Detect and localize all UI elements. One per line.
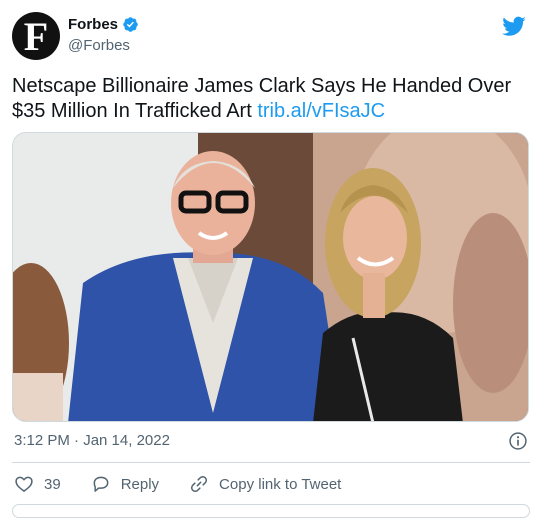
tweet-text: Netscape Billionaire James Clark Says He… <box>12 74 528 124</box>
tweet-photo[interactable] <box>12 132 529 422</box>
tweet-card: F Forbes @Forbes Netscape Billionaire Ja… <box>0 0 542 518</box>
photo-illustration <box>13 133 528 421</box>
action-bar: 39 Reply Copy link to Tweet <box>14 472 371 496</box>
author-display-name[interactable]: Forbes <box>68 16 118 33</box>
tweet-timestamp[interactable]: 3:12 PM · Jan 14, 2022 <box>14 432 170 449</box>
like-count: 39 <box>44 475 61 493</box>
avatar[interactable]: F <box>12 12 60 60</box>
reply-icon <box>93 476 109 492</box>
author-name-row[interactable]: Forbes <box>68 16 139 33</box>
avatar-logo: F <box>23 14 49 59</box>
copy-link-label: Copy link to Tweet <box>219 475 342 493</box>
verified-badge-icon <box>123 17 138 32</box>
read-replies-bar[interactable] <box>12 504 530 518</box>
info-icon[interactable] <box>508 431 528 451</box>
author-handle[interactable]: @Forbes <box>68 37 130 54</box>
tweet-link[interactable]: trib.al/vFIsaJC <box>257 100 385 122</box>
link-icon <box>191 475 208 493</box>
copy-link-button[interactable]: Copy link to Tweet <box>189 474 341 494</box>
reply-button[interactable]: Reply <box>91 474 159 494</box>
heart-icon <box>15 476 33 493</box>
twitter-bird-icon[interactable] <box>502 14 526 38</box>
reply-label: Reply <box>120 475 160 493</box>
divider <box>12 462 530 463</box>
like-button[interactable]: 39 <box>14 474 61 494</box>
